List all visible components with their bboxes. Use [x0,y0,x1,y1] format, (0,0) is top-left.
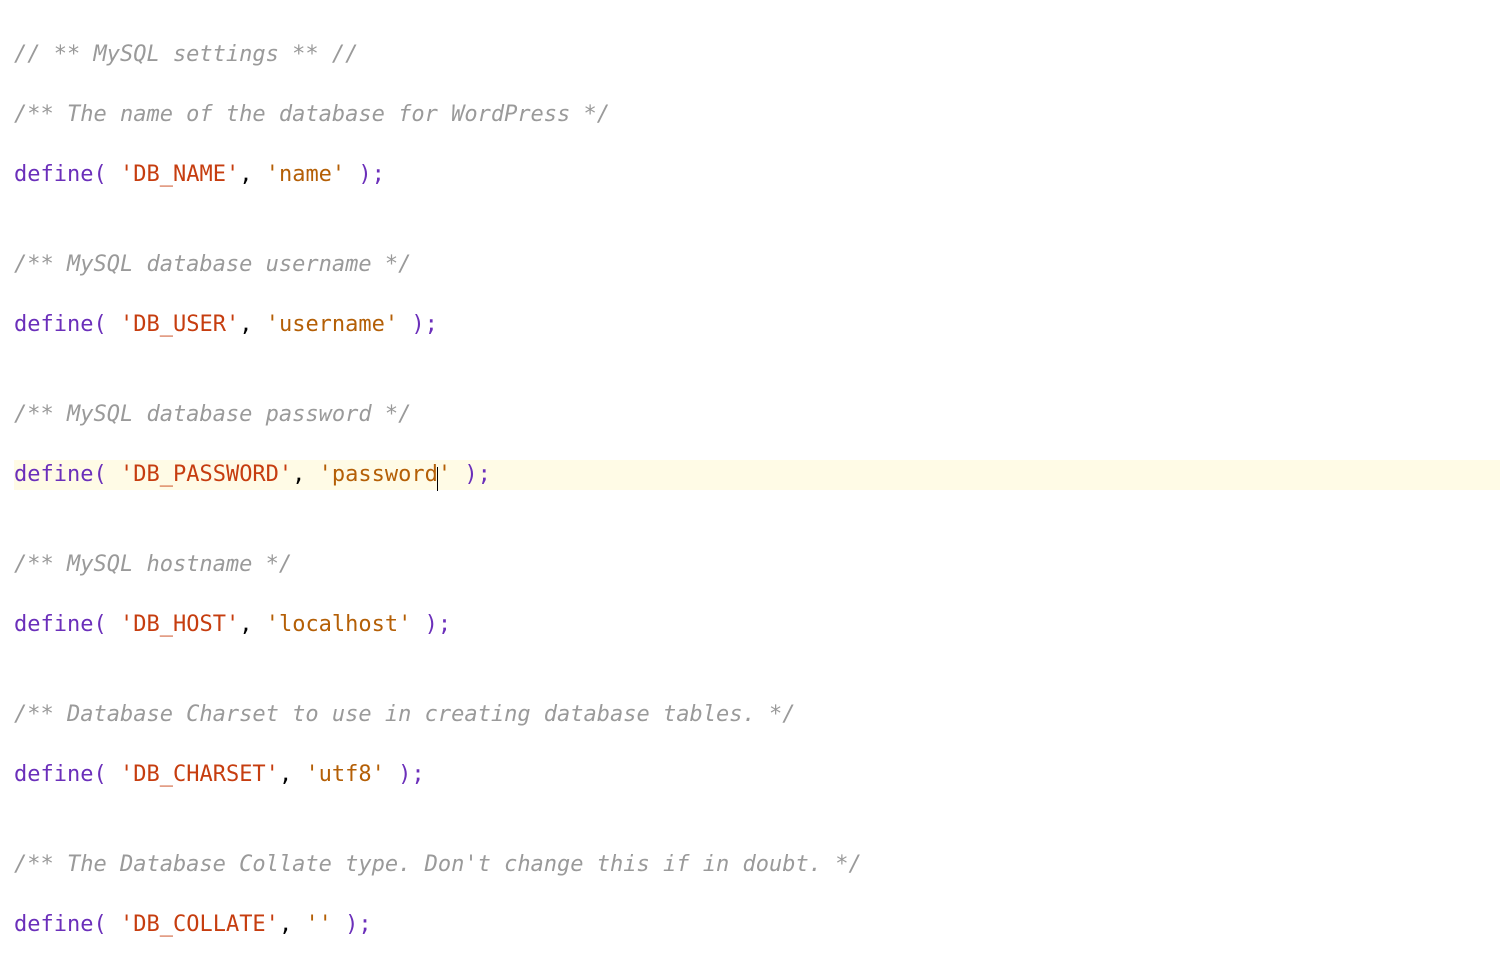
code-line: /** Database Charset to use in creating … [14,700,1500,730]
define-key: 'DB_USER' [120,312,239,337]
code-line: /** MySQL hostname */ [14,550,1500,580]
php-define-keyword: define [14,612,93,637]
paren-close: ); [345,162,385,187]
paren-open: ( [93,912,120,937]
code-line: /** The name of the database for WordPre… [14,100,1500,130]
php-define-keyword: define [14,162,93,187]
define-key: 'DB_NAME' [120,162,239,187]
paren-open: ( [93,462,120,487]
code-line: define( 'DB_USER', 'username' ); [14,310,1500,340]
code-line: /** MySQL database password */ [14,400,1500,430]
php-define-keyword: define [14,762,93,787]
define-key: 'DB_CHARSET' [120,762,279,787]
separator: , [239,312,266,337]
code-line: /** The Database Collate type. Don't cha… [14,850,1500,880]
code-line: define( 'DB_HOST', 'localhost' ); [14,610,1500,640]
code-comment: // ** MySQL settings ** // [14,42,358,67]
code-comment: /** MySQL hostname */ [14,552,292,577]
separator: , [239,162,266,187]
code-comment: /** The Database Collate type. Don't cha… [14,852,862,877]
define-value: '' [305,912,332,937]
code-comment: /** Database Charset to use in creating … [14,702,795,727]
paren-close: ); [451,462,491,487]
php-define-keyword: define [14,912,93,937]
separator: , [292,462,319,487]
code-editor[interactable]: // ** MySQL settings ** // /** The name … [0,0,1500,980]
code-line: define( 'DB_NAME', 'name' ); [14,160,1500,190]
paren-open: ( [93,762,120,787]
paren-open: ( [93,312,120,337]
code-comment: /** The name of the database for WordPre… [14,102,610,127]
code-line: /** MySQL database username */ [14,250,1500,280]
separator: , [239,612,266,637]
separator: , [279,912,306,937]
define-value: 'utf8' [305,762,384,787]
paren-close: ); [332,912,372,937]
define-key: 'DB_HOST' [120,612,239,637]
paren-open: ( [93,612,120,637]
text-caret [437,467,438,491]
define-value: 'localhost' [266,612,412,637]
define-value: 'name' [266,162,345,187]
code-comment: /** MySQL database password */ [14,402,411,427]
code-line: define( 'DB_CHARSET', 'utf8' ); [14,760,1500,790]
php-define-keyword: define [14,462,93,487]
define-key: 'DB_COLLATE' [120,912,279,937]
paren-open: ( [93,162,120,187]
paren-close: ); [411,612,451,637]
code-line: define( 'DB_COLLATE', '' ); [14,910,1500,940]
php-define-keyword: define [14,312,93,337]
separator: , [279,762,306,787]
paren-close: ); [385,762,425,787]
define-value: 'username' [266,312,398,337]
define-value-tail: ' [438,462,451,487]
define-key: 'DB_PASSWORD' [120,462,292,487]
define-value: 'password [319,462,438,487]
code-line: // ** MySQL settings ** // [14,40,1500,70]
code-line-active: define( 'DB_PASSWORD', 'password' ); [14,460,1500,490]
code-comment: /** MySQL database username */ [14,252,411,277]
paren-close: ); [398,312,438,337]
